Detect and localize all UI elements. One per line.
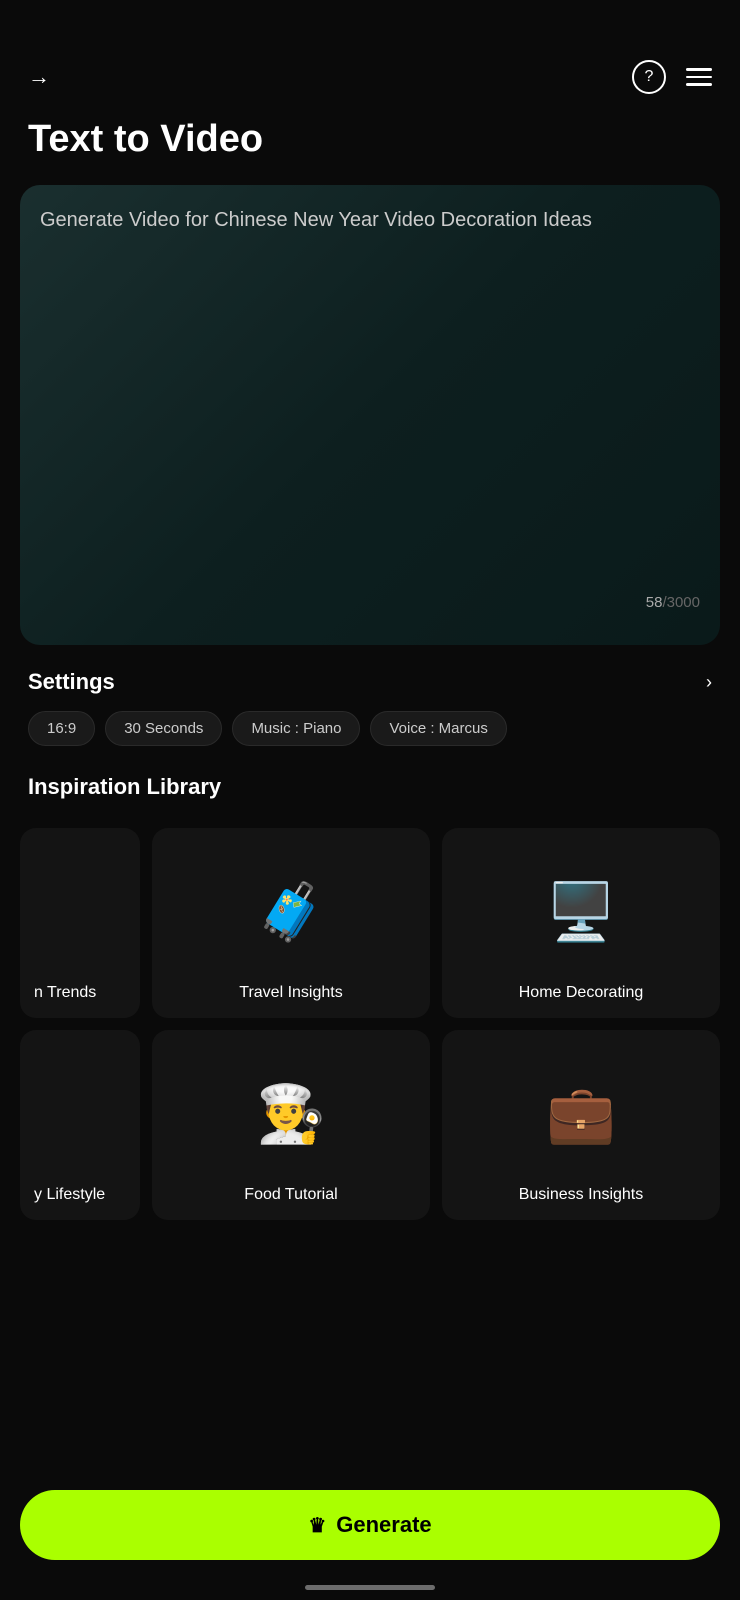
video-text-input[interactable]: Generate Video for Chinese New Year Vide… — [40, 205, 700, 585]
cards-row-2: y Lifestyle 👨‍🍳 Food Tutorial 💼 Business… — [20, 1030, 720, 1220]
cards-outer-row1: n Trends 🧳 Travel Insights 🖥️ Home Decor… — [0, 828, 740, 1220]
crown-icon: ♛ — [308, 1513, 326, 1538]
char-count: 58/3000 — [40, 594, 700, 611]
tag-music[interactable]: Music : Piano — [232, 711, 360, 746]
cards-row-1: n Trends 🧳 Travel Insights 🖥️ Home Decor… — [20, 828, 720, 1018]
tag-aspect-ratio[interactable]: 16:9 — [28, 711, 95, 746]
home-decorating-icon: 🖥️ — [546, 848, 616, 976]
card-home-decorating[interactable]: 🖥️ Home Decorating — [442, 828, 720, 1018]
back-button[interactable]: ← — [28, 64, 50, 90]
generate-button[interactable]: ♛ Generate — [20, 1490, 720, 1560]
card-partial-trends[interactable]: n Trends — [20, 828, 140, 1018]
travel-insights-icon: 🧳 — [256, 848, 326, 976]
settings-header: Settings › — [28, 669, 712, 695]
partial-label-trends: n Trends — [34, 984, 96, 1002]
text-area-container: Generate Video for Chinese New Year Vide… — [20, 185, 720, 645]
business-insights-label: Business Insights — [519, 1186, 644, 1204]
travel-insights-label: Travel Insights — [239, 984, 342, 1002]
generate-label: Generate — [336, 1512, 431, 1538]
header-left: ← — [28, 64, 50, 90]
header: ← ? — [0, 0, 740, 110]
card-food-tutorial[interactable]: 👨‍🍳 Food Tutorial — [152, 1030, 430, 1220]
home-indicator — [305, 1585, 435, 1590]
tag-duration[interactable]: 30 Seconds — [105, 711, 222, 746]
food-tutorial-label: Food Tutorial — [244, 1186, 337, 1204]
generate-btn-container: ♛ Generate — [20, 1490, 720, 1560]
food-tutorial-icon: 👨‍🍳 — [256, 1050, 326, 1178]
inspiration-section: Inspiration Library — [0, 758, 740, 828]
char-max: 3000 — [667, 594, 700, 611]
page-title: Text to Video — [0, 110, 740, 185]
settings-title: Settings — [28, 669, 115, 695]
help-button[interactable]: ? — [632, 60, 666, 94]
settings-section: Settings › 16:9 30 Seconds Music : Piano… — [0, 645, 740, 758]
card-business-insights[interactable]: 💼 Business Insights — [442, 1030, 720, 1220]
tag-voice[interactable]: Voice : Marcus — [370, 711, 506, 746]
char-current: 58 — [646, 594, 663, 611]
home-decorating-label: Home Decorating — [519, 984, 644, 1002]
card-travel-insights[interactable]: 🧳 Travel Insights — [152, 828, 430, 1018]
inspiration-title: Inspiration Library — [28, 774, 712, 800]
settings-tags: 16:9 30 Seconds Music : Piano Voice : Ma… — [28, 711, 712, 746]
card-partial-lifestyle[interactable]: y Lifestyle — [20, 1030, 140, 1220]
menu-button[interactable] — [686, 68, 712, 86]
header-right: ? — [632, 60, 712, 94]
settings-arrow-button[interactable]: › — [706, 672, 712, 693]
spacer — [0, 1232, 740, 1372]
partial-label-lifestyle: y Lifestyle — [34, 1186, 105, 1204]
business-insights-icon: 💼 — [546, 1050, 616, 1178]
